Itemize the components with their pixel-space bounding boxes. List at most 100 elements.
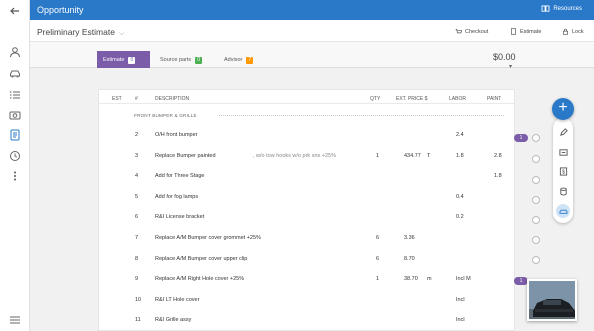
line-description-note: , w/o tow hooks w/o prk sns +25% [253,152,336,159]
car-icon[interactable] [556,204,570,218]
table-header: EST # DESCRIPTION QTY EXT. PRICE $ LABOR… [99,90,514,104]
line-labor: Incl [456,296,465,303]
table-row[interactable]: 8 Replace A/M Bumper cover upper clip 6 8.7… [99,256,514,268]
more-vertical-icon[interactable] [0,166,30,186]
line-number: 10 [135,296,142,303]
tab-badge: 0 [128,57,136,64]
dollar-icon[interactable]: $ [557,165,569,177]
line-marker[interactable]: 1 [514,277,528,285]
tab-label: Advisor [224,57,243,63]
line-number: 8 [135,255,139,262]
status-circle[interactable] [532,256,540,264]
chevron-down-icon: ⌵ [118,30,125,37]
line-number: 3 [135,152,139,159]
estimate-header: Preliminary Estimate ⌵ Checkout Estimate … [30,20,594,42]
pencil-icon[interactable] [557,126,569,138]
camera-icon[interactable] [0,105,30,125]
table-row[interactable]: 10 R&I LT Hole cover Incl [99,297,514,309]
status-circle[interactable] [532,155,540,163]
left-rail [0,0,30,331]
vehicle-photo-thumbnail[interactable] [527,279,577,321]
line-labor: Incl M [456,276,471,283]
list-icon[interactable] [0,85,30,105]
line-description: R&I License bracket [155,214,205,221]
table-row[interactable]: 9 Replace A/M Right Hole cover +25% 1 38.70… [99,276,514,288]
table-row[interactable]: 4 Add for Three Stage 1.8 [99,173,514,185]
line-description: R&I LT Hole cover [155,296,200,303]
car-photo-icon [529,281,575,319]
line-number: 4 [135,173,139,180]
line-number: 6 [135,214,139,221]
status-circle[interactable] [532,176,540,184]
col-paint: PAINT [487,96,502,102]
estimate-label: Estimate [520,28,542,35]
table-row[interactable]: 7 Replace A/M Bumper cover grommet +25% 6 3… [99,235,514,247]
col-description: DESCRIPTION [155,96,190,102]
line-number: 9 [135,276,139,283]
tab-advisor[interactable]: Advisor 7 [218,51,262,68]
table-row[interactable]: 5 Add for fog lamps 0.4 [99,194,514,206]
person-icon[interactable] [0,42,30,62]
line-qty: 6 [376,235,380,241]
database-icon[interactable] [557,185,569,197]
section-title: FRONT BUMPER & GRILLE [134,113,197,118]
line-price: 434.77 [404,152,421,159]
line-flag: m [427,276,432,283]
checkout-button[interactable]: Checkout [455,28,488,35]
back-arrow-icon[interactable] [0,1,30,21]
estimate-name: Preliminary Estimate [37,27,115,37]
line-marker[interactable]: 1 [514,134,528,142]
tab-label: Source parts [160,57,192,63]
line-description: Add for fog lamps [155,193,199,200]
status-circle[interactable] [532,196,540,204]
estimate-table: EST # DESCRIPTION QTY EXT. PRICE $ LABOR… [98,89,515,331]
line-labor: 0.2 [456,214,464,221]
estimate-button[interactable]: Estimate [510,28,541,35]
table-row[interactable]: 3 Replace Bumper painted , w/o tow hooks w… [99,153,514,165]
line-number: 5 [135,193,139,200]
note-icon[interactable] [557,146,569,158]
info-icon[interactable] [532,134,540,142]
col-num: # [135,96,138,102]
resources-label: Resources [553,5,582,12]
line-labor: Incl [456,317,465,324]
total-amount: $0.00 [493,52,516,62]
line-number: 2 [135,132,139,138]
estimate-body: EST # DESCRIPTION QTY EXT. PRICE $ LABOR… [30,68,594,331]
table-row[interactable]: 6 R&I License bracket 0.2 [99,214,514,226]
estimate-total[interactable]: $0.00 ▾ [493,52,516,70]
estimate-document-icon[interactable] [0,125,30,145]
line-labor: 2.4 [456,132,464,138]
line-number: 11 [135,317,141,324]
status-circle[interactable] [532,216,540,224]
section-divider [219,115,504,116]
line-description: Replace A/M Bumper cover grommet +25% [155,235,261,241]
col-qty: QTY [370,96,381,102]
book-icon [541,5,550,12]
menu-icon[interactable] [0,310,30,330]
line-number: 7 [135,235,139,241]
lock-button[interactable]: Lock [562,28,584,35]
tab-source-parts[interactable]: Source parts 0 [154,51,214,68]
tab-estimate[interactable]: Estimate 0 [97,51,150,68]
line-price: 8.70 [404,255,415,262]
lock-label: Lock [572,28,584,35]
status-circle[interactable] [532,236,540,244]
line-description: Replace Bumper painted [155,152,216,159]
car-icon[interactable] [0,64,30,84]
history-icon[interactable] [0,146,30,166]
col-labor: LABOR [449,96,466,102]
line-qty: 1 [376,276,380,283]
resources-button[interactable]: Resources [541,5,582,12]
cart-icon [455,29,462,34]
table-row[interactable]: 2 O/H front bumper 2.4 [99,132,514,144]
document-icon [511,28,516,35]
line-labor: 1.8 [456,152,464,159]
add-button[interactable]: + [552,98,574,120]
table-row[interactable]: 11 R&I Grille assy Incl [99,317,514,329]
checkout-label: Checkout [465,28,489,35]
estimate-selector[interactable]: Preliminary Estimate ⌵ [37,27,124,38]
tabs-bar: Estimate 0 Source parts 0 Advisor 7 $0.00 ▾ [30,42,594,70]
line-labor: 0.4 [456,193,464,200]
tab-badge: 0 [195,57,203,64]
